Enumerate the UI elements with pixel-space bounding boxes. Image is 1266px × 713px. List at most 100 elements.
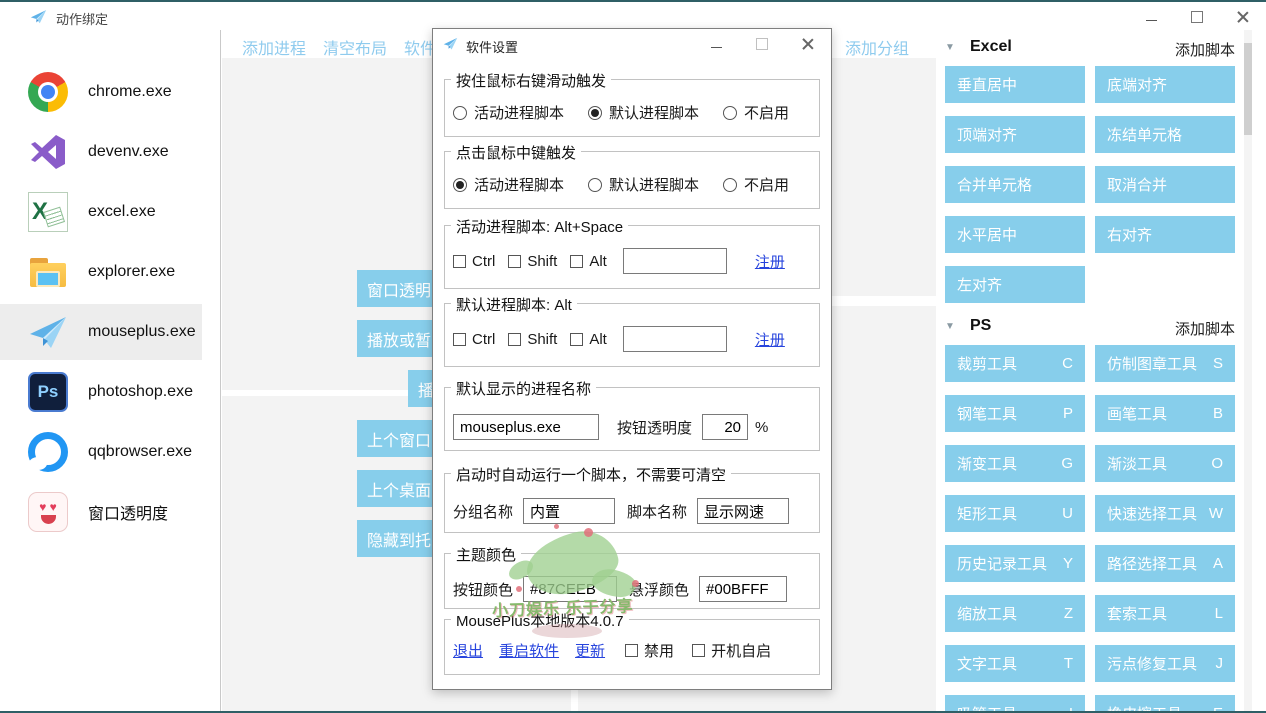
menu-add-process[interactable]: 添加进程 — [242, 35, 306, 59]
window-title: 动作绑定 — [56, 9, 108, 28]
checkbox-disable[interactable]: 禁用 — [625, 640, 674, 661]
collapse-triangle-icon[interactable]: ▼ — [945, 42, 955, 53]
ps-script-button[interactable]: 套索工具L — [1095, 595, 1235, 632]
process-name-input[interactable] — [453, 414, 599, 440]
radio-default-process-script[interactable]: 默认进程脚本 — [588, 102, 699, 123]
radio-label: 默认进程脚本 — [609, 102, 699, 123]
checkbox-shift[interactable]: Shift — [508, 331, 557, 348]
visual-studio-icon — [28, 132, 68, 172]
checkbox-ctrl[interactable]: Ctrl — [453, 253, 495, 270]
ps-script-button[interactable]: 钢笔工具P — [945, 395, 1085, 432]
checkbox-autostart[interactable]: 开机自启 — [692, 640, 771, 661]
update-link[interactable]: 更新 — [575, 640, 605, 661]
active-hotkey-input[interactable] — [623, 248, 727, 274]
menu-add-group[interactable]: 添加分组 — [845, 35, 909, 59]
script-label: 顶端对齐 — [957, 124, 1017, 145]
register-link[interactable]: 注册 — [755, 251, 785, 272]
maximize-button[interactable] — [1174, 2, 1220, 32]
checkbox-ctrl[interactable]: Ctrl — [453, 331, 495, 348]
title-bar[interactable]: 动作绑定 — [0, 2, 1266, 30]
ps-script-button[interactable]: 渐变工具G — [945, 445, 1085, 482]
radio-label: 不启用 — [744, 174, 789, 195]
group-title: MousePlus本地版本4.0.7 — [451, 610, 629, 631]
sidebar-item-chrome[interactable]: chrome.exe — [0, 64, 220, 120]
checkbox-label: Shift — [527, 331, 557, 348]
group-name-input[interactable] — [523, 498, 615, 524]
radio-active-process-script[interactable]: 活动进程脚本 — [453, 174, 564, 195]
scrollbar-thumb[interactable] — [1244, 43, 1252, 135]
default-hotkey-input[interactable] — [623, 326, 727, 352]
excel-script-button[interactable]: 顶端对齐 — [945, 116, 1085, 153]
script-name-input[interactable] — [697, 498, 789, 524]
scrollbar-track[interactable] — [1244, 30, 1252, 711]
script-key: T — [1064, 655, 1073, 672]
add-script-button[interactable]: 添加脚本 — [1145, 39, 1235, 60]
radio-icon — [453, 106, 467, 120]
dialog-minimize-button[interactable] — [693, 29, 739, 59]
group-title: 点击鼠标中键触发 — [451, 142, 581, 163]
ps-script-button[interactable]: 快速选择工具W — [1095, 495, 1235, 532]
opacity-input[interactable] — [702, 414, 748, 440]
excel-script-button[interactable]: 右对齐 — [1095, 216, 1235, 253]
sidebar-item-explorer[interactable]: explorer.exe — [0, 244, 220, 300]
ps-script-button[interactable]: 裁剪工具C — [945, 345, 1085, 382]
script-label: 矩形工具 — [957, 503, 1017, 524]
ps-script-button[interactable]: 路径选择工具A — [1095, 545, 1235, 582]
ps-script-button[interactable]: 缩放工具Z — [945, 595, 1085, 632]
script-label: 缩放工具 — [957, 603, 1017, 624]
button-color-input[interactable] — [523, 576, 617, 602]
excel-script-button[interactable]: 取消合并 — [1095, 166, 1235, 203]
excel-script-button[interactable]: 冻结单元格 — [1095, 116, 1235, 153]
close-button[interactable] — [1220, 2, 1266, 32]
register-link[interactable]: 注册 — [755, 329, 785, 350]
radio-active-process-script[interactable]: 活动进程脚本 — [453, 102, 564, 123]
sidebar-item-mouseplus[interactable]: mouseplus.exe — [0, 304, 202, 360]
sidebar-item-devenv[interactable]: devenv.exe — [0, 124, 220, 180]
checkbox-shift[interactable]: Shift — [508, 253, 557, 270]
ps-script-button[interactable]: 渐淡工具O — [1095, 445, 1235, 482]
sidebar-divider — [220, 30, 221, 711]
checkbox-label: 禁用 — [644, 640, 674, 661]
checkbox-label: Ctrl — [472, 253, 495, 270]
hover-color-input[interactable] — [699, 576, 787, 602]
checkbox-alt[interactable]: Alt — [570, 331, 607, 348]
menu-clear-layout[interactable]: 清空布局 — [323, 35, 387, 59]
ps-script-button[interactable]: 画笔工具B — [1095, 395, 1235, 432]
ps-script-button[interactable]: 污点修复工具J — [1095, 645, 1235, 682]
sidebar-item-window-transparency[interactable]: 窗口透明度 — [0, 484, 220, 540]
group-title: 按住鼠标右键滑动触发 — [451, 70, 611, 91]
ps-script-button[interactable]: 矩形工具U — [945, 495, 1085, 532]
excel-script-button[interactable]: 合并单元格 — [945, 166, 1085, 203]
restart-link[interactable]: 重启软件 — [499, 640, 559, 661]
script-key: G — [1061, 455, 1073, 472]
sidebar-item-photoshop[interactable]: photoshop.exe — [0, 364, 220, 420]
group-default-process-name: 默认显示的进程名称 按钮透明度 % — [444, 387, 820, 451]
radio-disabled[interactable]: 不启用 — [723, 174, 789, 195]
dialog-close-button[interactable] — [785, 29, 831, 59]
excel-script-button[interactable]: 水平居中 — [945, 216, 1085, 253]
button-color-label: 按钮颜色 — [453, 579, 513, 600]
excel-script-button[interactable]: 底端对齐 — [1095, 66, 1235, 103]
radio-disabled[interactable]: 不启用 — [723, 102, 789, 123]
ps-script-button[interactable]: 仿制图章工具S — [1095, 345, 1235, 382]
collapse-triangle-icon[interactable]: ▼ — [945, 321, 955, 332]
minimize-button[interactable] — [1128, 2, 1174, 32]
checkbox-icon — [692, 644, 705, 657]
ps-script-button[interactable]: 文字工具T — [945, 645, 1085, 682]
radio-icon-checked — [453, 178, 467, 192]
group-title: 主题颜色 — [451, 544, 521, 565]
excel-script-button[interactable]: 垂直居中 — [945, 66, 1085, 103]
exit-link[interactable]: 退出 — [453, 640, 483, 661]
close-icon — [1237, 11, 1249, 23]
sidebar-item-excel[interactable]: excel.exe — [0, 184, 220, 240]
add-script-button[interactable]: 添加脚本 — [1145, 318, 1235, 339]
excel-script-button[interactable]: 左对齐 — [945, 266, 1085, 303]
dialog-maximize-button[interactable] — [739, 29, 785, 59]
dialog-title-bar[interactable]: 软件设置 — [433, 29, 831, 59]
sidebar-item-qqbrowser[interactable]: qqbrowser.exe — [0, 424, 220, 480]
radio-default-process-script[interactable]: 默认进程脚本 — [588, 174, 699, 195]
checkbox-alt[interactable]: Alt — [570, 253, 607, 270]
ps-script-button[interactable]: 历史记录工具Y — [945, 545, 1085, 582]
maximize-icon — [756, 38, 768, 50]
radio-label: 活动进程脚本 — [474, 174, 564, 195]
